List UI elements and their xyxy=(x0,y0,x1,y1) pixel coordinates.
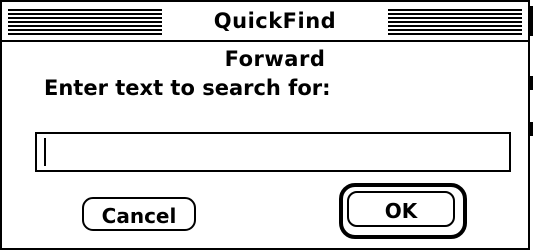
title-bar-stripes-left xyxy=(8,9,162,35)
text-cursor xyxy=(44,138,46,166)
background-window-edge xyxy=(529,6,533,36)
search-prompt-label: Enter text to search for: xyxy=(44,76,331,100)
search-text-input[interactable] xyxy=(35,132,511,172)
background-window-edge xyxy=(529,76,533,90)
title-bar-stripes-right xyxy=(388,9,522,35)
quickfind-dialog: QuickFind Forward Enter text to search f… xyxy=(0,0,530,250)
title-bar[interactable]: QuickFind Forward xyxy=(2,2,528,71)
background-window-edge xyxy=(529,122,533,136)
dialog-title: QuickFind Forward xyxy=(162,2,388,71)
cancel-button[interactable]: Cancel xyxy=(82,197,196,231)
ok-button[interactable]: OK xyxy=(347,191,455,227)
